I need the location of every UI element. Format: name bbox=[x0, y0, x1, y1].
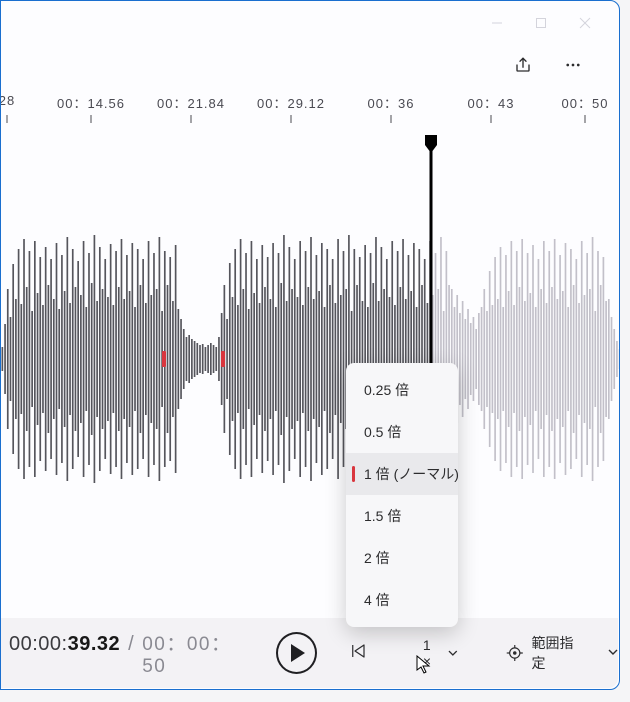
top-toolbar bbox=[1, 45, 619, 85]
play-button[interactable] bbox=[276, 632, 317, 674]
close-button[interactable] bbox=[563, 7, 607, 39]
speed-menu: 0.25 倍0.5 倍1 倍 (ノーマル)1.5 倍2 倍4 倍 bbox=[346, 363, 458, 627]
share-icon[interactable] bbox=[507, 49, 539, 81]
ruler-tick-label: 28 bbox=[0, 93, 15, 108]
speed-menu-item[interactable]: 4 倍 bbox=[346, 579, 458, 621]
ruler-tick-label: 00：14.56 bbox=[57, 93, 125, 112]
speed-menu-item[interactable]: 1 倍 (ノーマル) bbox=[346, 453, 458, 495]
ruler-tick-mark bbox=[291, 115, 292, 123]
ruler-tick-label: 00：36 bbox=[368, 93, 415, 112]
more-icon[interactable] bbox=[557, 49, 589, 81]
ruler-tick-mark bbox=[7, 115, 8, 123]
ruler-tick-mark bbox=[585, 115, 586, 123]
speed-menu-item[interactable]: 2 倍 bbox=[346, 537, 458, 579]
ruler-tick-mark bbox=[391, 115, 392, 123]
window-titlebar bbox=[1, 1, 619, 45]
speed-label: 1 × bbox=[423, 637, 442, 669]
audio-marker[interactable] bbox=[162, 351, 166, 367]
ruler-tick-label: 00：43 bbox=[468, 93, 515, 112]
play-icon bbox=[291, 644, 305, 662]
chevron-down-icon bbox=[608, 647, 618, 657]
skip-to-start-button[interactable] bbox=[349, 642, 367, 665]
playhead-handle[interactable] bbox=[423, 135, 439, 160]
speed-menu-item[interactable]: 1.5 倍 bbox=[346, 495, 458, 537]
app-window: 28 00：14.56 00：21.84 00：29.12 00：36 00：43 00：5… bbox=[0, 0, 620, 690]
waveform bbox=[1, 139, 620, 579]
range-label: 範囲指定 bbox=[531, 633, 586, 673]
ruler-tick-label: 00：29.12 bbox=[257, 93, 325, 112]
playback-speed-button[interactable]: 1 × bbox=[423, 637, 458, 669]
minimize-button[interactable] bbox=[475, 7, 519, 39]
target-icon bbox=[506, 644, 524, 662]
total-time: 00：00：50 bbox=[142, 629, 250, 678]
ruler-tick-mark bbox=[491, 115, 492, 123]
ruler-tick-mark bbox=[191, 115, 192, 123]
speed-menu-item[interactable]: 0.5 倍 bbox=[346, 411, 458, 453]
range-select-button[interactable]: 範囲指定 bbox=[506, 633, 586, 673]
ruler-tick-mark bbox=[91, 115, 92, 123]
playback-controls: 00:00: 39.32 / 00：00：50 1 × bbox=[1, 618, 618, 688]
speed-menu-item[interactable]: 0.25 倍 bbox=[346, 369, 458, 411]
time-display: 00:00: 39.32 / 00：00：50 bbox=[1, 629, 250, 678]
time-separator: / bbox=[128, 633, 134, 656]
audio-marker[interactable] bbox=[221, 351, 225, 367]
current-time-main: 39.32 bbox=[68, 633, 121, 656]
chevron-down-icon bbox=[448, 648, 458, 658]
current-time-prefix: 00:00: bbox=[9, 633, 68, 656]
waveform-area[interactable] bbox=[1, 139, 619, 579]
maximize-button[interactable] bbox=[519, 7, 563, 39]
time-ruler[interactable]: 28 00：14.56 00：21.84 00：29.12 00：36 00：43 00：5… bbox=[1, 89, 619, 129]
ruler-tick-label: 00：21.84 bbox=[157, 93, 225, 112]
range-dropdown-button[interactable] bbox=[608, 644, 618, 662]
ruler-tick-label: 00：50 bbox=[562, 93, 609, 112]
